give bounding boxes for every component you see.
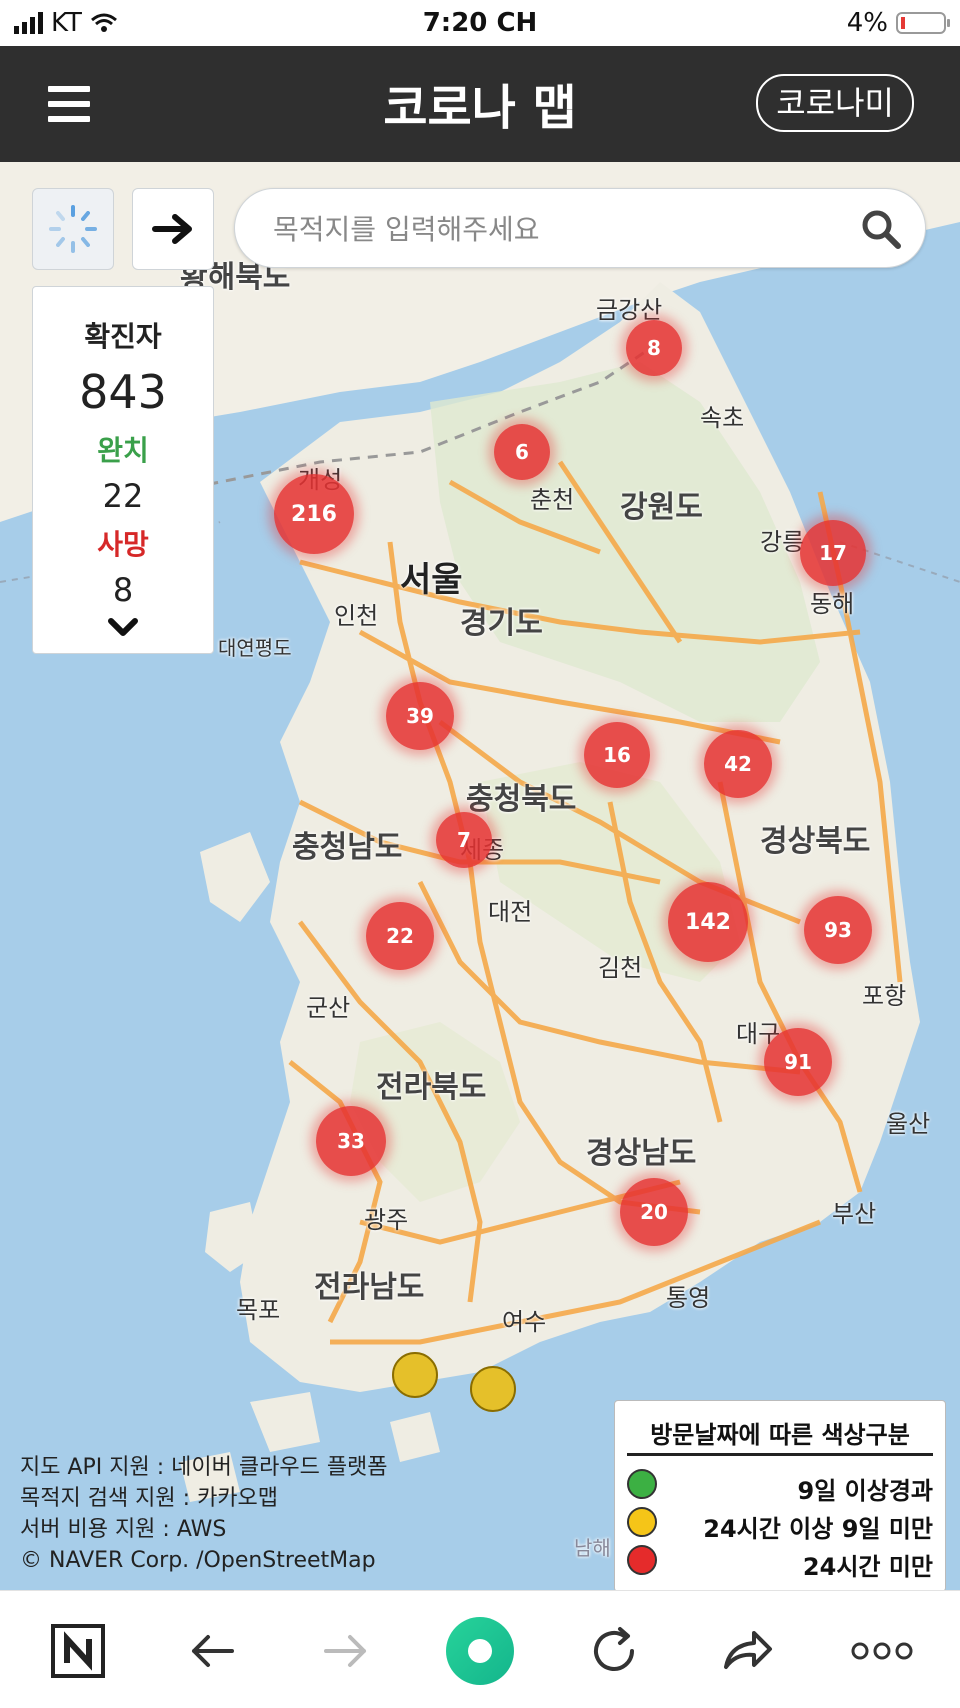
map-label-chuncheon: 춘천 [530,486,575,514]
cluster-marker-jeonbuk[interactable]: 22 [366,902,434,970]
cluster-marker-daegu[interactable]: 142 [668,882,748,962]
confirmed-count: 843 [79,365,167,419]
red-dot-icon [627,1545,657,1575]
map-label-gangwon: 강원도 [620,490,703,525]
credit-line-2: 목적지 검색 지원 : 카카오맵 [20,1486,279,1511]
status-right: 4% [846,8,950,38]
cluster-marker-chungbuk[interactable]: 16 [584,722,650,788]
map-label-chungbuk: 충청북도 [466,782,577,817]
green-dot-button[interactable] [440,1611,520,1691]
cluster-marker-pohang[interactable]: 93 [804,896,872,964]
cluster-marker-chungnam[interactable]: 39 [386,682,454,750]
app-header: 코로나 맵 코로나미 [0,46,960,162]
share-button[interactable] [708,1611,788,1691]
map-label-gyeonggi: 경기도 [460,606,543,641]
refresh-button[interactable] [574,1611,654,1691]
color-legend: 방문날짜에 따른 색상구분 9일 이상경과 24시간 이상 9일 미만 24시간… [614,1400,946,1592]
map-label-gyeongnam: 경상남도 [586,1136,697,1171]
legend-label: 24시간 미만 [802,1553,933,1581]
map-label-seoul: 서울 [400,560,463,600]
map-credits: 지도 API 지원 : 네이버 클라우드 플랫폼 목적지 검색 지원 : 카카오… [20,1452,388,1576]
map-label-chungnam: 충청남도 [292,830,403,865]
cluster-marker-gyeongbuk[interactable]: 42 [704,730,772,798]
green-circle-icon [446,1617,514,1685]
map-label-busan: 부산 [832,1200,877,1228]
map-label-pohang: 포항 [862,982,907,1010]
more-dots-icon [851,1642,913,1660]
cluster-marker-gwangju[interactable]: 33 [316,1106,386,1176]
arrow-right-icon [152,214,192,244]
share-arrow-icon [724,1631,772,1669]
legend-label: 24시간 이상 9일 미만 [703,1515,933,1543]
cluster-marker-cheorwon[interactable]: 6 [494,424,550,480]
cluster-marker-sokcho[interactable]: 8 [626,320,682,376]
map-label-ulsan: 울산 [886,1110,931,1138]
forward-button[interactable] [306,1611,386,1691]
stats-panel: 확진자 843 완치 22 사망 8 [32,286,214,654]
search-input[interactable] [271,189,835,269]
deaths-count: 8 [112,571,134,609]
legend-item-green: 9일 이상경과 [627,1467,933,1505]
status-time: 7:20 CH [422,8,538,38]
map-label-gangneung: 강릉 [760,528,805,556]
confirmed-label: 확진자 [84,320,162,353]
map-label-sokcho: 속초 [700,404,745,432]
map-label-namhae: 남해 [574,1536,611,1560]
naver-n-icon [51,1624,105,1678]
yellow-dot-icon [627,1507,657,1537]
map-label-gimcheon: 김천 [598,954,643,982]
search-icon[interactable] [859,207,903,251]
browser-toolbar [0,1590,960,1708]
arrow-left-icon [192,1635,234,1667]
status-bar: KT 7:20 CH 4% [0,0,960,46]
cluster-marker-ulsan[interactable]: 91 [764,1028,832,1096]
loading-spinner-icon [49,205,97,253]
credit-line-4: © NAVER Corp. /OpenStreetMap [20,1548,376,1573]
yellow-marker-2[interactable] [470,1366,516,1412]
map-label-daejeon: 대전 [488,898,533,926]
recovered-label: 완치 [97,434,149,467]
map-label-gyeongbuk: 경상북도 [760,824,871,859]
refresh-icon [594,1627,634,1671]
arrow-right-icon [324,1635,366,1667]
map-label-incheon: 인천 [334,602,379,630]
cluster-marker-donghae[interactable]: 17 [800,520,866,586]
naver-home-button[interactable] [38,1611,118,1691]
legend-divider [627,1453,933,1456]
coronami-button[interactable]: 코로나미 [756,74,914,132]
map-label-yeosu: 여수 [502,1308,547,1336]
map-label-yeonpyeong: 대연평도 [218,636,292,660]
map-label-jeonbuk: 전라북도 [376,1070,487,1105]
deaths-label: 사망 [97,528,149,561]
legend-label: 9일 이상경과 [797,1477,933,1505]
cluster-marker-gyeonggi[interactable]: 216 [274,474,354,554]
map-label-gwangju: 광주 [364,1206,409,1234]
legend-item-red: 24시간 미만 [627,1543,933,1581]
search-bar [234,188,926,269]
back-button[interactable] [172,1611,252,1691]
legend-item-yellow: 24시간 이상 9일 미만 [627,1505,933,1543]
map-label-tongyeong: 통영 [666,1284,711,1312]
credit-line-3: 서버 비용 지원 : AWS [20,1517,227,1542]
map-label-mokpo: 목포 [236,1296,281,1324]
chevron-down-icon[interactable] [103,613,143,643]
legend-title: 방문날짜에 따른 색상구분 [650,1421,910,1449]
battery-percent: 4% [846,8,888,38]
green-dot-icon [627,1469,657,1499]
map-label-donghae: 동해 [810,590,855,618]
battery-icon [896,12,950,34]
credit-line-1: 지도 API 지원 : 네이버 클라우드 플랫폼 [20,1455,388,1480]
loading-button[interactable] [32,188,114,270]
cluster-marker-daejeon[interactable]: 7 [436,812,492,868]
more-button[interactable] [842,1611,922,1691]
map-label-jeonnam: 전라남도 [314,1270,425,1305]
direction-button[interactable] [132,188,214,270]
cluster-marker-tongyeong[interactable]: 20 [620,1178,688,1246]
recovered-count: 22 [102,477,144,515]
map-label-gunsan: 군산 [306,994,351,1022]
yellow-marker-1[interactable] [392,1352,438,1398]
